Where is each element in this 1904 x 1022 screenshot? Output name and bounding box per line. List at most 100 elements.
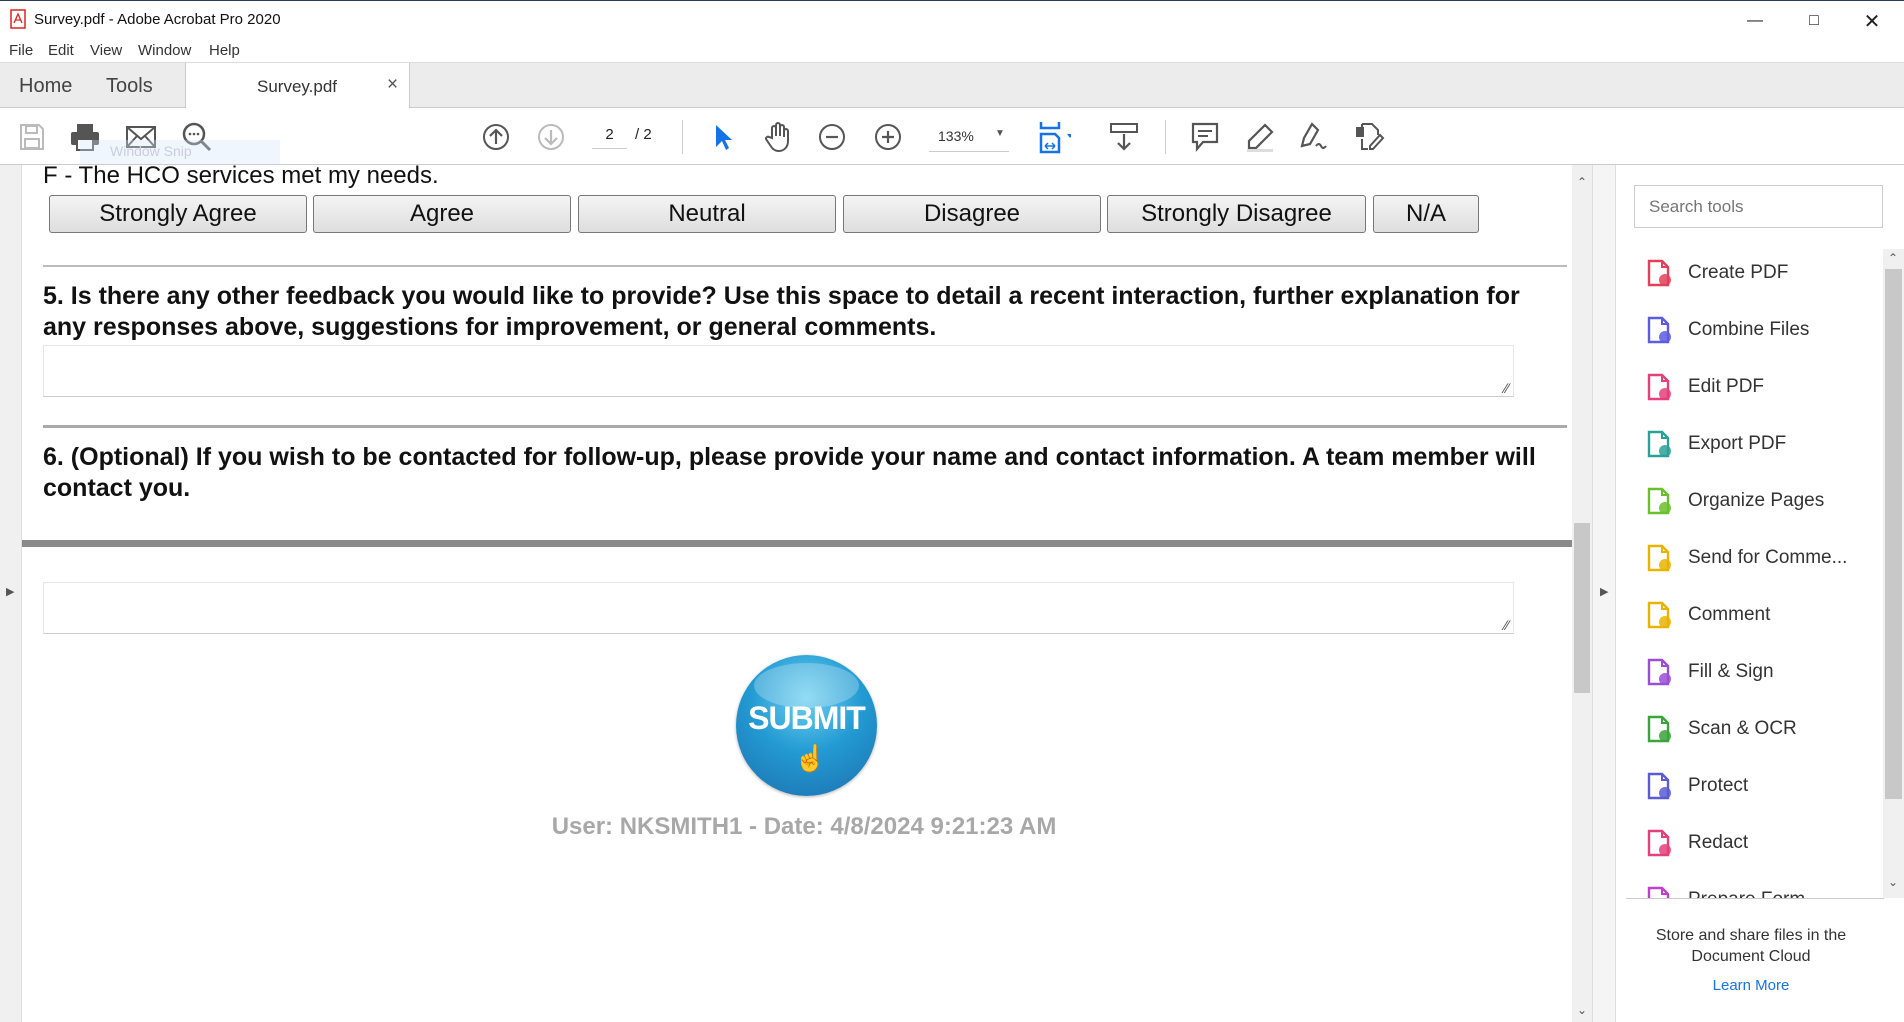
acrobat-logo-icon [10,9,26,29]
page-total: / 2 [635,126,652,143]
tool-export-pdf[interactable]: Export PDF [1644,424,1786,464]
tool-fill-sign[interactable]: Fill & Sign [1644,652,1774,692]
comment-icon[interactable] [1188,120,1222,154]
menu-edit[interactable]: Edit [48,42,74,59]
search-tools-input[interactable] [1634,185,1883,228]
tools-panel: Create PDF Combine Files Edit PDF Export PD… [1616,165,1904,1022]
menu-help[interactable]: Help [209,42,240,59]
tab-home[interactable]: Home [19,75,72,98]
cloud-promo-text: Store and share files in the Document Cl… [1655,927,1847,965]
tool-label: Comment [1688,604,1771,625]
option-strongly-disagree[interactable]: Strongly Disagree [1107,195,1366,233]
resize-handle-icon[interactable]: ∕∕ [1504,617,1509,633]
tab-tools[interactable]: Tools [106,75,153,98]
tool-send-for-comme[interactable]: Send for Comme... [1644,538,1847,578]
tool-label: Protect [1688,775,1749,796]
page-break [22,540,1572,547]
previous-page-icon[interactable] [479,120,513,154]
expand-left-icon: ▶ [6,586,15,598]
user-date-stamp: User: NKSMITH1 - Date: 4/8/2024 9:21:23 … [551,813,1057,840]
option-strongly-agree[interactable]: Strongly Agree [49,195,307,233]
tool-label: Combine Files [1688,319,1810,340]
tool-label: Create PDF [1688,262,1789,283]
option-disagree[interactable]: Disagree [843,195,1101,233]
page-number-input[interactable]: 2 [592,126,627,149]
tool-icon [1647,601,1671,629]
title-bar: Survey.pdf - Adobe Acrobat Pro 2020 — □ … [0,0,1904,38]
survey-item-f: F - The HCO services met my needs. [43,165,439,189]
sign-icon[interactable] [1297,120,1331,154]
learn-more-link[interactable]: Learn More [1636,977,1866,994]
maximize-button[interactable]: □ [1791,7,1837,35]
fit-page-icon[interactable] [1037,120,1071,154]
tool-label: Export PDF [1688,433,1787,454]
tool-icon [1647,259,1671,287]
close-window-button[interactable]: ✕ [1849,7,1895,35]
next-page-icon[interactable] [534,120,568,154]
close-tab-icon[interactable]: × [387,74,398,96]
option-na[interactable]: N/A [1373,195,1479,233]
tool-scan-ocr[interactable]: Scan & OCR [1644,709,1797,749]
collapse-right-icon: ▶ [1600,586,1609,598]
zoom-in-icon[interactable] [871,120,905,154]
right-panel-toggle[interactable]: ▶ [1592,165,1616,1022]
toolbar-divider [682,120,683,154]
submit-button[interactable]: SUBMIT ☝ [736,655,877,796]
chevron-down-icon: ▼ [995,128,1005,139]
scroll-down-icon[interactable]: ⌄ [1888,875,1898,889]
tool-icon [1647,829,1671,857]
option-agree[interactable]: Agree [313,195,571,233]
tool-comment[interactable]: Comment [1644,595,1770,635]
tool-protect[interactable]: Protect [1644,766,1748,806]
zoom-select[interactable]: 133% ▼ [929,122,1009,152]
tool-redact[interactable]: Redact [1644,823,1748,863]
edit-pdf-icon[interactable] [1352,120,1386,154]
scroll-down-icon[interactable]: ⌄ [1577,1003,1587,1017]
tab-document[interactable]: Survey.pdf × [185,63,410,109]
question-5: 5. Is there any other feedback you would… [43,282,1520,341]
scroll-up-icon[interactable]: ⌃ [1888,251,1898,265]
document-scrollbar[interactable]: ⌃ ⌄ [1572,165,1592,1022]
save-icon[interactable] [15,120,49,154]
scroll-up-icon[interactable]: ⌃ [1577,175,1587,189]
tool-create-pdf[interactable]: Create PDF [1644,253,1788,293]
tool-combine-files[interactable]: Combine Files [1644,310,1809,350]
tool-label: Send for Comme... [1688,547,1848,568]
tools-scrollbar[interactable]: ⌃ ⌄ [1883,249,1904,898]
feedback-textarea[interactable]: ∕∕ [43,345,1514,397]
tool-label: Redact [1688,832,1749,853]
section-divider [43,265,1567,267]
section-divider [43,425,1567,428]
toolbar-divider [1165,120,1166,154]
option-neutral[interactable]: Neutral [578,195,836,233]
toolbar: Window Snip 2 / 2 133% ▼ [0,108,1904,165]
highlight-icon[interactable] [1243,120,1277,154]
tool-organize-pages[interactable]: Organize Pages [1644,481,1824,521]
scroll-mode-icon[interactable] [1107,120,1141,154]
scroll-thumb[interactable] [1885,269,1902,799]
hand-tool-icon[interactable] [761,120,795,154]
zoom-out-icon[interactable] [815,120,849,154]
tool-edit-pdf[interactable]: Edit PDF [1644,367,1764,407]
resize-handle-icon[interactable]: ∕∕ [1504,380,1509,396]
tool-label: Edit PDF [1688,376,1765,397]
tool-prepare-form[interactable]: Prepare Form [1644,880,1805,898]
tool-label: Scan & OCR [1688,718,1797,739]
question-6: 6. (Optional) If you wish to be contacte… [43,443,1536,502]
contact-textarea[interactable]: ∕∕ [43,582,1514,634]
minimize-button[interactable]: — [1732,7,1778,35]
tab-bar: Home Tools Survey.pdf × [0,63,1904,109]
menu-window[interactable]: Window [138,42,191,59]
menu-bar: File Edit View Window Help [0,38,1904,63]
tool-icon [1647,658,1671,686]
pointer-hand-icon: ☝ [794,743,827,773]
scroll-thumb[interactable] [1574,523,1590,693]
left-panel-toggle[interactable]: ▶ [0,165,22,1022]
select-cursor-icon[interactable] [706,120,740,154]
menu-view[interactable]: View [90,42,122,59]
menu-file[interactable]: File [9,42,33,59]
tool-icon [1647,715,1671,743]
tool-icon [1647,430,1671,458]
tool-icon [1647,544,1671,572]
tool-icon [1647,886,1670,898]
